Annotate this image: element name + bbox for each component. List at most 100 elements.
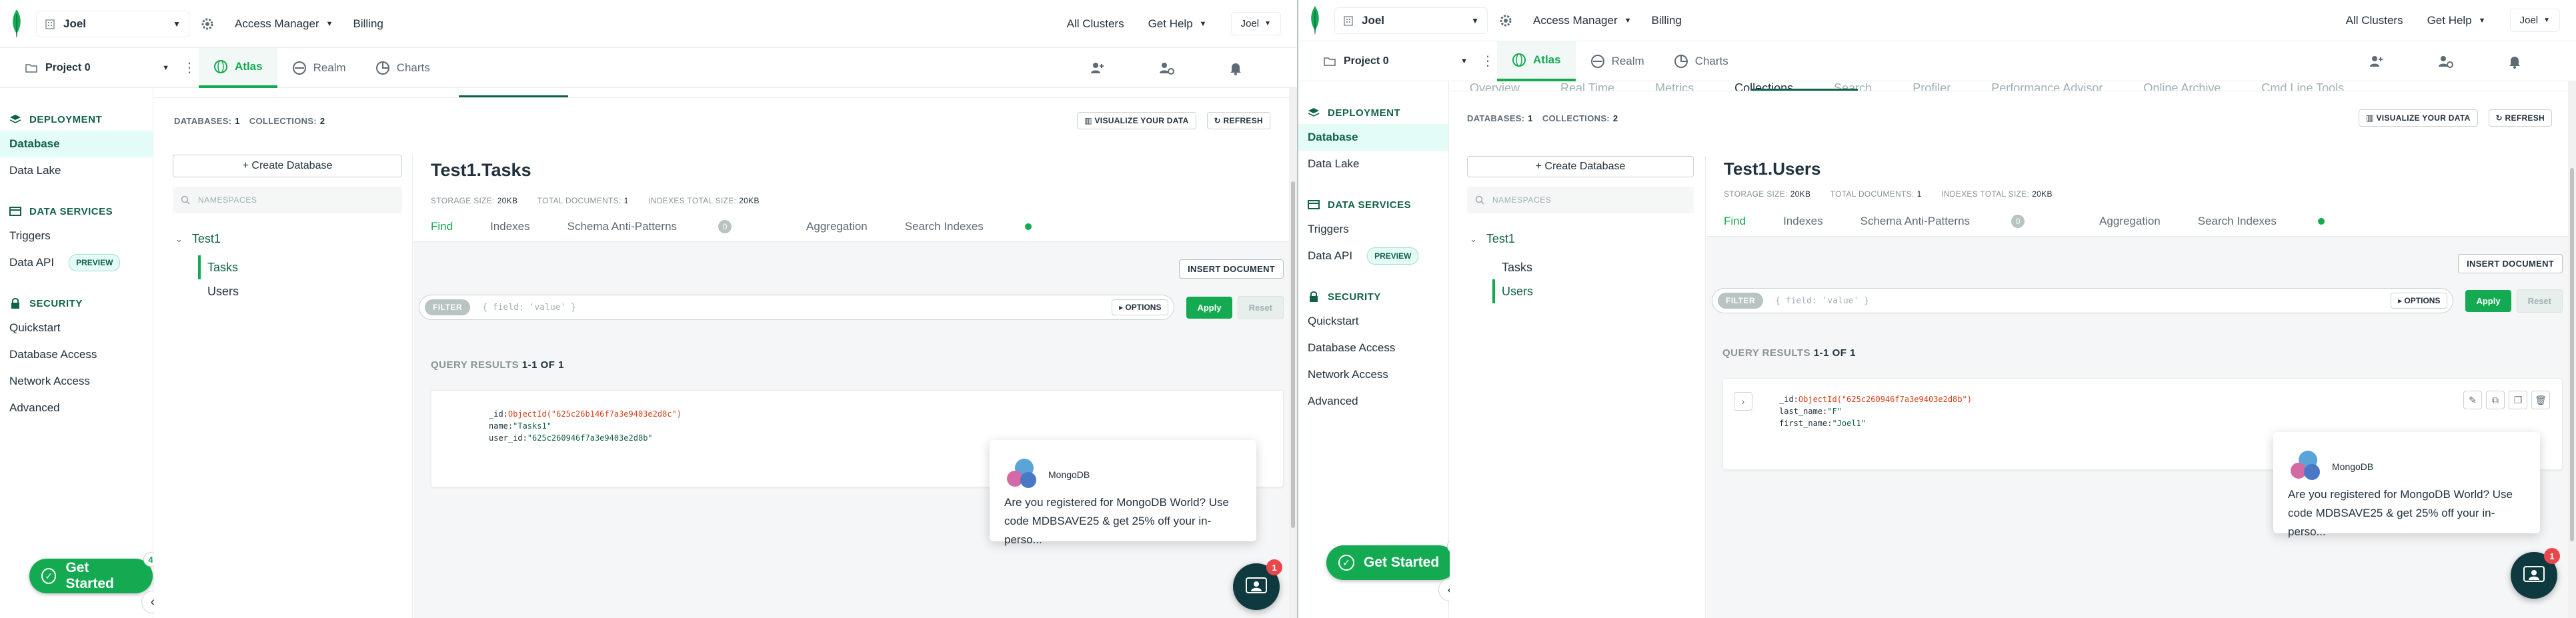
gear-icon[interactable] — [1498, 13, 1513, 28]
copy-icon[interactable]: ⧉ — [2486, 391, 2505, 409]
sidebar-item-database-access[interactable]: Database Access — [0, 341, 153, 368]
tab-metrics[interactable]: Metrics — [1655, 81, 1694, 91]
visualize-data-button[interactable]: ▥ VISUALIZE YOUR DATA — [2359, 109, 2478, 127]
access-manager-menu[interactable]: Access Manager ▼ — [1533, 14, 1632, 27]
apply-button[interactable]: Apply — [1186, 296, 1232, 319]
refresh-button[interactable]: ↻ REFRESH — [1206, 112, 1270, 129]
scrollbar-thumb[interactable] — [1291, 181, 1295, 528]
tab-profiler[interactable]: Profiler — [1912, 81, 1951, 91]
reset-button[interactable]: Reset — [1237, 295, 1284, 319]
tab-realm[interactable]: Realm — [277, 48, 361, 88]
tab-search-indexes[interactable]: Search Indexes — [905, 220, 1069, 233]
sidebar-item-triggers[interactable]: Triggers — [1298, 216, 1448, 243]
tab-aggregation[interactable]: Aggregation — [2099, 215, 2161, 228]
activity-feed-icon[interactable] — [2437, 53, 2453, 69]
namespace-search-input[interactable]: NAMESPACES — [1467, 187, 1694, 213]
insert-document-button[interactable]: INSERT DOCUMENT — [2458, 254, 2563, 273]
tab-cmd-line-tools[interactable]: Cmd Line Tools — [2261, 81, 2344, 91]
tab-aggregation[interactable]: Aggregation — [806, 220, 868, 233]
org-selector[interactable]: Joel ▼ — [1334, 7, 1488, 34]
sidebar-item-data-lake[interactable]: Data Lake — [1298, 151, 1448, 177]
options-button[interactable]: ▸ OPTIONS — [1112, 299, 1169, 315]
access-manager-menu[interactable]: Access Manager ▼ — [235, 17, 333, 31]
create-database-button[interactable]: + Create Database — [1467, 156, 1694, 177]
scrollbar[interactable] — [2568, 81, 2576, 618]
tree-collection-users[interactable]: Users — [198, 279, 412, 303]
namespace-search-input[interactable]: NAMESPACES — [173, 187, 402, 213]
filter-input[interactable]: FILTER { field: 'value' } ▸ OPTIONS — [1712, 288, 2454, 313]
tab-schema-anti-patterns[interactable]: Schema Anti-Patterns 0 — [567, 220, 769, 233]
tab-find[interactable]: Find — [1724, 215, 1746, 228]
user-menu[interactable]: Joel ▼ — [1230, 12, 1281, 35]
activity-feed-icon[interactable] — [1158, 60, 1174, 76]
tab-charts[interactable]: Charts — [1659, 41, 1743, 81]
tab-atlas[interactable]: Atlas — [199, 47, 277, 88]
invite-user-icon[interactable] — [1089, 60, 1105, 76]
project-selector[interactable]: Project 0 ▼ — [0, 62, 180, 74]
gear-icon[interactable] — [200, 17, 215, 31]
create-database-button[interactable]: + Create Database — [173, 155, 402, 177]
sidebar-item-quickstart[interactable]: Quickstart — [1298, 308, 1448, 335]
tab-indexes[interactable]: Indexes — [1783, 215, 1823, 228]
apply-button[interactable]: Apply — [2465, 289, 2511, 312]
tab-schema-anti-patterns[interactable]: Schema Anti-Patterns 0 — [1860, 215, 2062, 228]
get-help-menu[interactable]: Get Help ▼ — [2427, 14, 2486, 27]
insert-document-button[interactable]: INSERT DOCUMENT — [1179, 259, 1284, 279]
options-button[interactable]: ▸ OPTIONS — [2391, 293, 2448, 309]
kebab-menu-icon[interactable]: ⋮ — [180, 59, 199, 76]
mongodb-leaf-icon[interactable] — [9, 9, 24, 39]
scrollbar-thumb[interactable] — [2570, 168, 2574, 541]
sidebar-item-data-api[interactable]: Data API PREVIEW — [0, 249, 153, 276]
expand-document-button[interactable]: › — [1734, 392, 1752, 411]
visualize-data-button[interactable]: ▥ VISUALIZE YOUR DATA — [1077, 112, 1196, 129]
tab-search-indexes[interactable]: Search Indexes — [2198, 215, 2362, 228]
sidebar-item-advanced[interactable]: Advanced — [1298, 388, 1448, 415]
tab-find[interactable]: Find — [431, 220, 453, 233]
get-started-button[interactable]: ✓ Get Started 4 — [29, 552, 158, 593]
clone-icon[interactable]: ❐ — [2509, 391, 2527, 409]
get-started-button[interactable]: ✓ Get Started 4 — [1326, 539, 1462, 580]
sidebar-item-data-api[interactable]: Data API PREVIEW — [1298, 243, 1448, 269]
sidebar-item-triggers[interactable]: Triggers — [0, 223, 153, 249]
promo-notification[interactable]: MongoDB Are you registered for MongoDB W… — [990, 440, 1256, 546]
sidebar-item-network-access[interactable]: Network Access — [1298, 361, 1448, 388]
tree-collection-tasks[interactable]: Tasks — [198, 255, 412, 279]
billing-link[interactable]: Billing — [353, 17, 383, 31]
sidebar-item-database[interactable]: Database — [1298, 124, 1448, 151]
tab-online-archive[interactable]: Online Archive — [2143, 81, 2221, 91]
trash-icon[interactable]: 🗑 — [2531, 391, 2550, 409]
refresh-button[interactable]: ↻ REFRESH — [2488, 109, 2552, 127]
user-menu[interactable]: Joel ▼ — [2509, 9, 2560, 32]
chat-button[interactable]: 1 — [2511, 548, 2560, 599]
tree-collection-tasks[interactable]: Tasks — [1492, 255, 1705, 279]
bell-icon[interactable] — [2507, 53, 2523, 69]
tree-collection-users[interactable]: Users — [1492, 279, 1705, 303]
tree-database-test1[interactable]: ⌄ Test1 — [173, 232, 412, 246]
get-help-menu[interactable]: Get Help ▼ — [1148, 17, 1207, 31]
chat-button[interactable]: 1 — [1233, 559, 1282, 610]
org-selector[interactable]: Joel ▼ — [36, 10, 189, 37]
kebab-menu-icon[interactable]: ⋮ — [1478, 53, 1497, 69]
tree-database-test1[interactable]: ⌄ Test1 — [1467, 232, 1705, 246]
edit-pencil-icon[interactable]: ✎ — [2463, 391, 2482, 409]
bell-icon[interactable] — [1228, 60, 1244, 76]
sidebar-item-data-lake[interactable]: Data Lake — [0, 157, 153, 184]
scrollbar[interactable] — [1289, 88, 1297, 618]
tab-realm[interactable]: Realm — [1576, 41, 1659, 81]
sidebar-item-database[interactable]: Database — [0, 131, 153, 157]
reset-button[interactable]: Reset — [2516, 289, 2563, 313]
tab-performance-advisor[interactable]: Performance Advisor — [1991, 81, 2103, 91]
filter-input[interactable]: FILTER { field: 'value' } ▸ OPTIONS — [419, 295, 1175, 320]
all-clusters-link[interactable]: All Clusters — [2346, 14, 2403, 27]
project-selector[interactable]: Project 0 ▼ — [1298, 55, 1478, 67]
promo-notification[interactable]: MongoDB Are you registered for MongoDB W… — [2273, 432, 2540, 538]
billing-link[interactable]: Billing — [1652, 14, 1682, 27]
tab-overview[interactable]: Overview — [1470, 81, 1520, 91]
invite-user-icon[interactable] — [2368, 53, 2384, 69]
all-clusters-link[interactable]: All Clusters — [1067, 17, 1124, 31]
tab-charts[interactable]: Charts — [361, 48, 445, 88]
tab-atlas[interactable]: Atlas — [1497, 41, 1576, 81]
tab-indexes[interactable]: Indexes — [490, 220, 530, 233]
sidebar-item-network-access[interactable]: Network Access — [0, 368, 153, 395]
sidebar-item-database-access[interactable]: Database Access — [1298, 335, 1448, 361]
